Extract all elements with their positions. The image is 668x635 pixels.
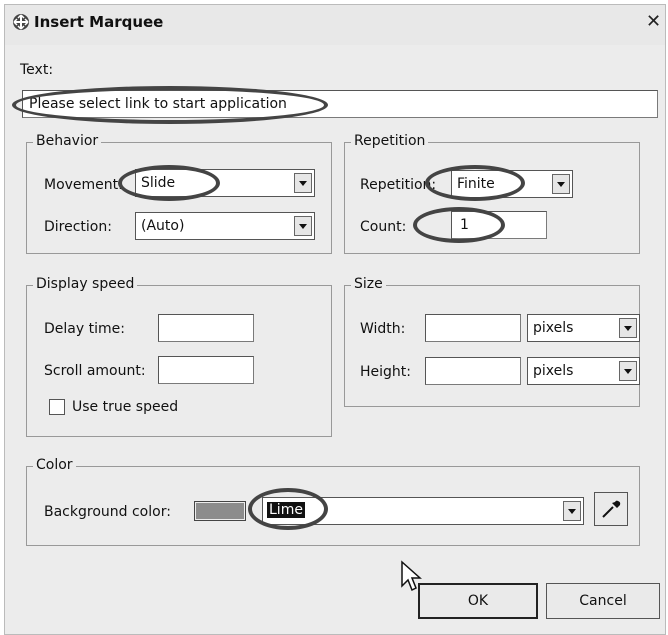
eyedropper-button[interactable] xyxy=(594,492,628,526)
ok-button-label: OK xyxy=(467,593,489,609)
cancel-button[interactable]: Cancel xyxy=(546,583,660,619)
height-input[interactable] xyxy=(425,357,521,385)
size-group xyxy=(344,285,640,407)
eyedropper-icon xyxy=(602,500,621,518)
color-legend: Color xyxy=(33,457,76,473)
height-label: Height: xyxy=(360,364,411,380)
cancel-button-label: Cancel xyxy=(579,593,627,609)
chevron-down-icon[interactable] xyxy=(294,173,312,193)
width-input[interactable] xyxy=(425,314,521,342)
app-icon xyxy=(13,14,29,30)
highlight-oval-count xyxy=(413,207,505,243)
highlight-oval-repetition xyxy=(425,165,525,201)
chevron-down-icon[interactable] xyxy=(294,216,312,236)
dialog-title: Insert Marquee xyxy=(34,13,164,31)
use-true-speed-label: Use true speed xyxy=(72,399,179,415)
height-unit-select[interactable]: pixels xyxy=(527,357,640,385)
text-label: Text: xyxy=(20,62,54,78)
delay-time-label: Delay time: xyxy=(44,321,125,337)
count-label: Count: xyxy=(360,219,407,235)
scroll-amount-label: Scroll amount: xyxy=(44,363,146,379)
chevron-down-icon[interactable] xyxy=(619,361,637,381)
ok-button[interactable]: OK xyxy=(418,583,538,619)
highlight-oval-movement xyxy=(118,165,220,201)
delay-time-input[interactable] xyxy=(158,314,254,342)
use-true-speed-checkbox[interactable] xyxy=(49,399,65,415)
chevron-down-icon[interactable] xyxy=(619,318,637,338)
direction-label: Direction: xyxy=(44,219,112,235)
movement-label: Movement: xyxy=(44,177,123,193)
color-swatch[interactable] xyxy=(194,501,246,521)
highlight-oval-text xyxy=(12,86,328,124)
direction-value: (Auto) xyxy=(141,218,185,234)
chevron-down-icon[interactable] xyxy=(563,501,581,521)
direction-select[interactable]: (Auto) xyxy=(135,212,315,240)
repetition-legend: Repetition xyxy=(351,133,429,149)
height-unit-value: pixels xyxy=(533,363,574,379)
width-label: Width: xyxy=(360,321,406,337)
behavior-legend: Behavior xyxy=(33,133,102,149)
width-unit-select[interactable]: pixels xyxy=(527,314,640,342)
chevron-down-icon[interactable] xyxy=(552,174,570,194)
width-unit-value: pixels xyxy=(533,320,574,336)
display-speed-legend: Display speed xyxy=(33,276,138,292)
background-color-label: Background color: xyxy=(44,504,171,520)
highlight-oval-color xyxy=(248,488,328,530)
size-legend: Size xyxy=(351,276,386,292)
scroll-amount-input[interactable] xyxy=(158,356,254,384)
close-icon[interactable]: ✕ xyxy=(646,11,661,32)
